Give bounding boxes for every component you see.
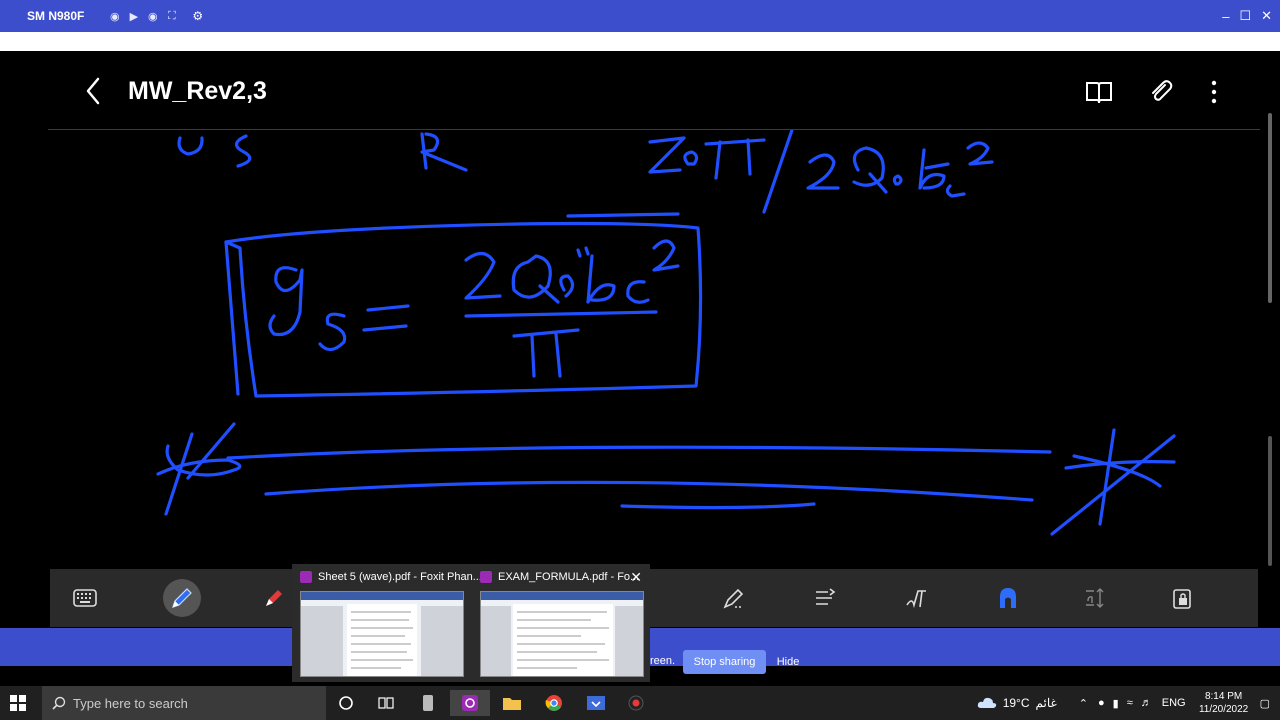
app-window-icon[interactable]: [576, 690, 616, 716]
back-icon[interactable]: [82, 75, 106, 107]
taskbar-search[interactable]: Type here to search: [42, 686, 326, 720]
window-controls: – ☐ ✕: [1222, 0, 1272, 32]
headset-icon[interactable]: ◉: [146, 10, 159, 23]
app-bar: MW_Rev2,3: [0, 51, 1280, 131]
close-icon[interactable]: ✕: [630, 569, 642, 586]
microphone-icon[interactable]: ●: [1098, 697, 1105, 709]
weather-temp[interactable]: 19°C: [1003, 696, 1030, 710]
lasso-icon[interactable]: [806, 579, 844, 617]
status-strip: [0, 32, 1280, 51]
text-spacing-icon[interactable]: [1076, 579, 1114, 617]
record-icon[interactable]: [616, 690, 656, 716]
fullscreen-icon[interactable]: ⛶: [165, 10, 178, 23]
hide-button[interactable]: Hide: [770, 650, 806, 674]
pen-toolbar: [50, 569, 1258, 627]
foxit-taskbar-icon[interactable]: [450, 690, 490, 716]
volume-icon[interactable]: ♬: [1141, 697, 1152, 709]
share-status-text: reen.: [650, 655, 676, 667]
clock-date: 11/20/2022: [1198, 704, 1249, 715]
clock-time: 8:14 PM: [1204, 691, 1243, 702]
thumbnail-title: Sheet 5 (wave).pdf - Foxit Phan...: [318, 571, 482, 583]
language-indicator[interactable]: ENG: [1162, 697, 1186, 709]
phone-app-icon[interactable]: [408, 690, 448, 716]
notes-app: MW_Rev2,3: [0, 51, 1280, 628]
wifi-icon[interactable]: ≈: [1127, 697, 1133, 709]
shape-icon[interactable]: [989, 579, 1027, 617]
device-name: SM N980F: [27, 9, 85, 23]
maximize-button[interactable]: ☐: [1239, 8, 1251, 24]
file-explorer-icon[interactable]: [492, 690, 532, 716]
emulator-titlebar: SM N980F ◉ ▶ ◉ ⛶ ⚙ – ☐ ✕: [0, 0, 1280, 32]
stop-sharing-button[interactable]: Stop sharing: [683, 650, 766, 674]
video-icon[interactable]: ▶: [127, 10, 140, 23]
cortana-icon[interactable]: [326, 690, 366, 716]
page-title: MW_Rev2,3: [128, 77, 267, 105]
more-icon[interactable]: [1200, 77, 1230, 107]
chrome-icon[interactable]: [534, 690, 574, 716]
thumbnail-title: EXAM_FORMULA.pdf - Fo...: [498, 571, 640, 583]
gear-icon[interactable]: ⚙: [192, 9, 203, 23]
keyboard-icon[interactable]: [66, 579, 104, 617]
emulator-controls: ◉ ▶ ◉ ⛶: [108, 10, 178, 23]
thumbnail-window[interactable]: Sheet 5 (wave).pdf - Foxit Phan...: [292, 564, 482, 682]
windows-start-icon[interactable]: [10, 695, 26, 711]
eraser-icon[interactable]: [715, 579, 753, 617]
lock-icon[interactable]: [1163, 579, 1201, 617]
vertical-scrollbar-lower[interactable]: [1268, 436, 1272, 566]
pen-icon[interactable]: [163, 579, 201, 617]
system-tray: 19°C غائم ⌃ ● ▮ ≈ ♬ ENG 8:14 PM 11/20/20…: [977, 686, 1280, 720]
camera-icon[interactable]: ◉: [108, 10, 121, 23]
vertical-scrollbar[interactable]: [1268, 113, 1272, 303]
windows-taskbar: Type here to search 19°C غائم ⌃ ● ▮ ≈ ♬ …: [0, 686, 1280, 720]
minimize-button[interactable]: –: [1222, 9, 1229, 24]
foxit-icon: [300, 571, 312, 583]
clock[interactable]: 8:14 PM 11/20/2022: [1196, 690, 1252, 716]
taskbar-thumbnail-popup: Sheet 5 (wave).pdf - Foxit Phan... EXAM_…: [292, 564, 650, 682]
thumbnail-window[interactable]: EXAM_FORMULA.pdf - Fo... ✕: [472, 564, 650, 682]
weather-icon[interactable]: [977, 695, 997, 712]
handwriting-icon[interactable]: [898, 579, 936, 617]
handwritten-strokes: [156, 130, 1176, 536]
task-view-icon[interactable]: [366, 690, 406, 716]
battery-icon[interactable]: ▮: [1113, 697, 1119, 710]
highlighter-icon[interactable]: [255, 579, 293, 617]
handwriting-canvas[interactable]: [48, 129, 1260, 569]
foxit-icon: [480, 571, 492, 583]
window-preview[interactable]: [300, 591, 464, 677]
book-icon[interactable]: [1084, 77, 1114, 107]
search-placeholder: Type here to search: [73, 695, 188, 711]
window-preview[interactable]: [480, 591, 644, 677]
notification-icon[interactable]: ▢: [1260, 697, 1270, 710]
close-button[interactable]: ✕: [1261, 8, 1272, 24]
chevron-up-icon[interactable]: ⌃: [1079, 697, 1088, 710]
weather-desc: غائم: [1035, 696, 1057, 710]
search-icon: [52, 696, 66, 710]
attach-icon[interactable]: [1146, 77, 1176, 107]
